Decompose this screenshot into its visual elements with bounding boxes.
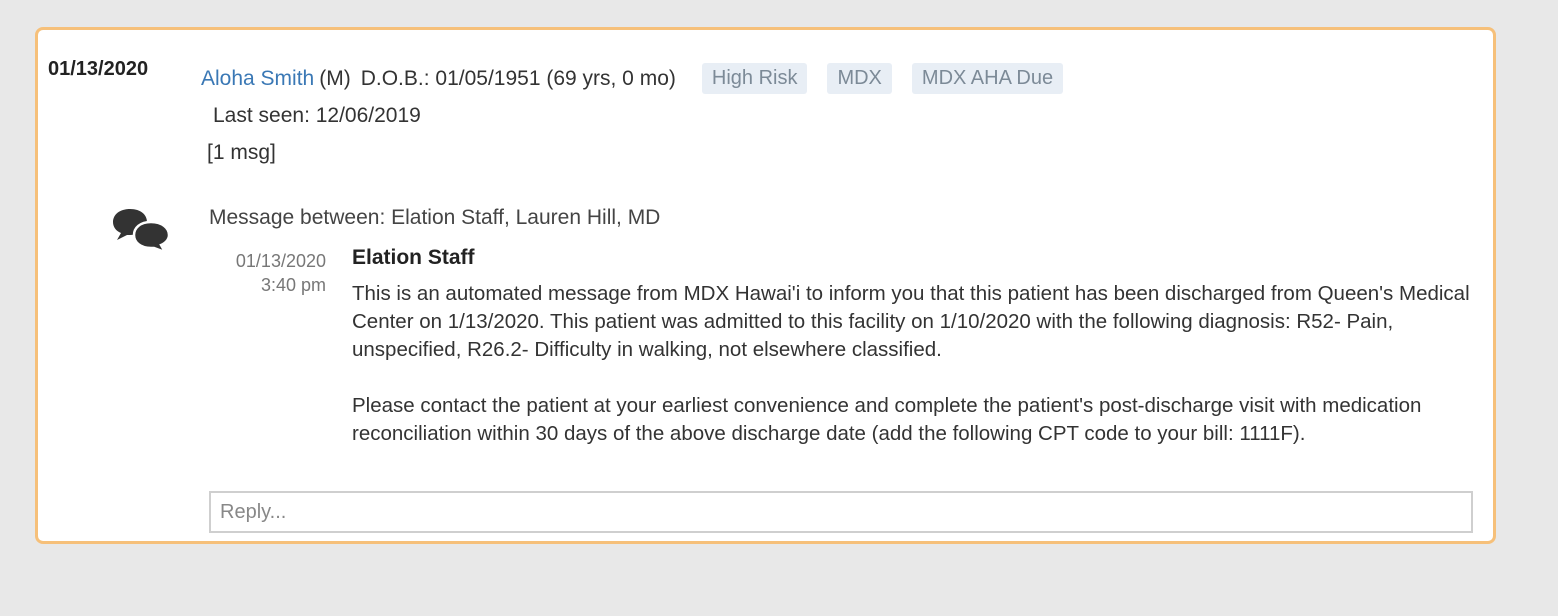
message-paragraph: Please contact the patient at your earli…	[352, 394, 1422, 445]
entry-date: 01/13/2020	[48, 58, 149, 80]
reply-input[interactable]	[209, 491, 1473, 533]
tag-mdx-aha-due[interactable]: MDX AHA Due	[911, 63, 1064, 94]
message-time: 3:40 pm	[260, 275, 326, 295]
message-participants: Message between: Elation Staff, Lauren H…	[209, 206, 661, 229]
patient-gender: (M)	[319, 66, 351, 90]
patient-header: Aloha Smith (M) D.O.B.: 01/05/1951 (69 y…	[201, 63, 1064, 94]
message-body: This is an automated message from MDX Ha…	[352, 280, 1497, 448]
tag-mdx[interactable]: MDX	[827, 63, 892, 94]
chat-bubbles-icon	[110, 206, 172, 255]
last-seen: Last seen: 12/06/2019	[213, 104, 421, 127]
tag-high-risk[interactable]: High Risk	[701, 63, 808, 94]
patient-dob: D.O.B.: 01/05/1951 (69 yrs, 0 mo)	[360, 66, 676, 90]
message-timestamp: 01/13/2020 3:40 pm	[188, 249, 326, 297]
message-date: 01/13/2020	[235, 251, 326, 271]
patient-name-link[interactable]: Aloha Smith	[201, 67, 314, 91]
message-paragraph: This is an automated message from MDX Ha…	[352, 282, 1470, 361]
message-count[interactable]: [1 msg]	[207, 141, 276, 165]
patient-message-card: 01/13/2020 Aloha Smith (M) D.O.B.: 01/05…	[35, 27, 1496, 544]
message-sender: Elation Staff	[352, 246, 475, 269]
